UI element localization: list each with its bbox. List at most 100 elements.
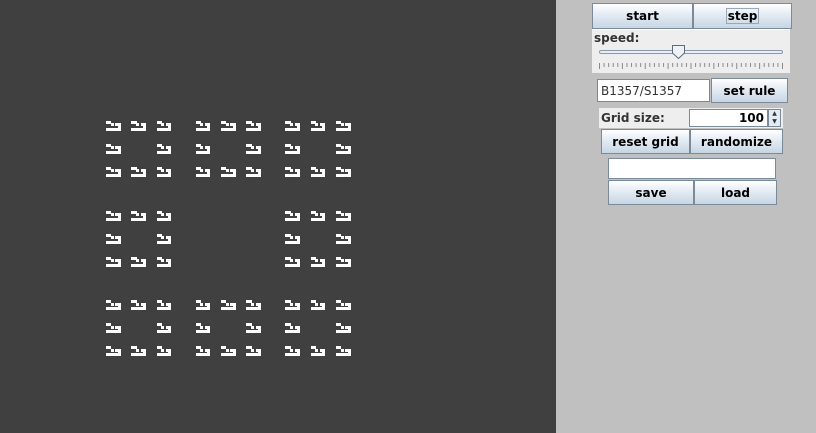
live-cell — [340, 348, 344, 352]
live-cell — [142, 215, 146, 219]
load-label: load — [720, 185, 751, 200]
live-cell — [347, 328, 351, 331]
live-cell — [257, 171, 261, 175]
live-cell — [232, 125, 236, 129]
live-cell — [250, 325, 254, 329]
live-cell — [168, 261, 172, 265]
live-cell — [290, 213, 293, 216]
live-cell — [225, 302, 229, 306]
save-label: save — [635, 185, 667, 200]
live-cell — [340, 146, 344, 150]
live-cell — [161, 146, 165, 150]
live-cell — [296, 238, 300, 242]
live-cell — [340, 302, 344, 306]
grid-size-input[interactable]: 100 — [689, 109, 768, 127]
live-cell — [340, 236, 344, 239]
down-arrow-icon[interactable]: ▼ — [769, 118, 780, 126]
live-cell — [117, 238, 121, 242]
control-panel: start step speed: B1357/S1357 set rule G… — [556, 0, 816, 433]
live-cell — [168, 125, 172, 129]
live-cell — [168, 351, 172, 354]
grid-size-row: Grid size: 100 ▲ ▼ — [599, 108, 783, 128]
live-cell — [168, 215, 172, 219]
live-cell — [290, 325, 293, 329]
live-cell — [296, 215, 300, 219]
live-cell — [290, 236, 293, 239]
live-cell — [290, 146, 293, 150]
live-cell — [200, 348, 204, 352]
live-cell — [161, 259, 165, 262]
live-cell — [347, 215, 351, 219]
set-rule-label: set rule — [723, 83, 776, 98]
live-cell — [117, 171, 121, 175]
live-cell — [340, 213, 344, 216]
live-cell — [110, 302, 114, 306]
slider-thumb-icon[interactable] — [672, 45, 686, 59]
live-cell — [135, 348, 139, 352]
live-cell — [296, 305, 300, 308]
live-cell — [232, 351, 236, 354]
live-cell — [322, 171, 326, 175]
live-cell — [347, 125, 351, 129]
load-button[interactable]: load — [694, 180, 777, 205]
live-cell — [117, 261, 121, 265]
up-arrow-icon[interactable]: ▲ — [769, 110, 780, 118]
randomize-button[interactable]: randomize — [690, 129, 783, 154]
live-cell — [290, 348, 293, 352]
live-cell — [296, 351, 300, 354]
rule-value: B1357/S1357 — [601, 83, 682, 98]
reset-grid-button[interactable]: reset grid — [601, 129, 690, 154]
live-cell — [142, 261, 146, 265]
live-cell — [161, 123, 165, 127]
live-cell — [200, 169, 204, 173]
live-cell — [207, 148, 211, 152]
live-cell — [290, 123, 293, 127]
live-cell — [200, 325, 204, 329]
live-cell — [296, 328, 300, 331]
speed-control: speed: — [592, 29, 790, 73]
live-cell — [232, 171, 236, 175]
live-cell — [168, 328, 172, 331]
step-label: step — [725, 8, 760, 24]
file-name-input[interactable] — [608, 158, 776, 179]
live-cell — [142, 305, 146, 308]
set-rule-button[interactable]: set rule — [711, 78, 788, 103]
randomize-label: randomize — [700, 134, 773, 149]
live-cell — [322, 125, 326, 129]
live-cell — [225, 169, 229, 173]
live-cell — [161, 302, 165, 306]
start-button[interactable]: start — [592, 3, 693, 29]
rule-input[interactable]: B1357/S1357 — [597, 79, 710, 102]
live-cell — [347, 171, 351, 175]
live-cell — [207, 125, 211, 129]
speed-slider-track[interactable] — [599, 50, 783, 54]
live-cell — [135, 213, 139, 216]
live-cell — [161, 348, 165, 352]
live-cell — [250, 348, 254, 352]
grid-size-label: Grid size: — [601, 111, 665, 125]
live-cell — [200, 146, 204, 150]
live-cell — [257, 125, 261, 129]
live-cell — [168, 305, 172, 308]
live-cell — [200, 302, 204, 306]
live-cell — [340, 325, 344, 329]
live-cell — [135, 169, 139, 173]
live-cell — [161, 325, 165, 329]
save-button[interactable]: save — [608, 180, 694, 205]
live-cell — [135, 123, 139, 127]
live-cell — [340, 169, 344, 173]
live-cell — [117, 328, 121, 331]
life-grid-canvas[interactable] — [0, 0, 556, 433]
live-cell — [315, 302, 319, 306]
step-button[interactable]: step — [693, 3, 792, 29]
live-cell — [161, 236, 165, 239]
live-cell — [347, 351, 351, 354]
live-cell — [290, 169, 293, 173]
live-cell — [117, 148, 121, 152]
live-cell — [117, 125, 121, 129]
grid-size-spinner[interactable]: ▲ ▼ — [768, 109, 781, 127]
live-cell — [257, 305, 261, 308]
live-cell — [347, 238, 351, 242]
live-cell — [257, 148, 261, 152]
live-cell — [225, 348, 229, 352]
